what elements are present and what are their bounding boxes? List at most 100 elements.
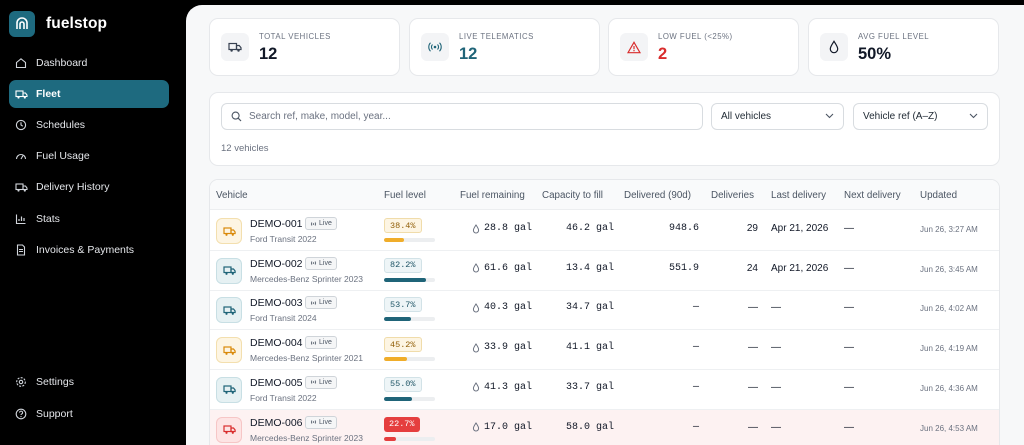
- fuel-remaining: 33.9 gal: [472, 342, 532, 353]
- search-box[interactable]: [221, 103, 703, 130]
- column-header-updated[interactable]: Updated: [920, 190, 957, 201]
- capacity-to-fill: 33.7 gal: [565, 381, 614, 393]
- delivered-90d: —: [692, 421, 699, 433]
- help-icon: [14, 407, 28, 421]
- sidebar-item-fleet[interactable]: Fleet: [9, 80, 169, 108]
- stat-card-total-vehicles: Total vehicles 12: [209, 18, 400, 76]
- droplet-icon: [472, 223, 480, 234]
- last-delivery: Apr 21, 2026: [771, 223, 829, 234]
- sidebar-item-delivery-history[interactable]: Delivery History: [9, 173, 169, 201]
- last-delivery: —: [771, 381, 781, 393]
- stat-value: 50%: [858, 45, 892, 63]
- fuel-level-bar-fill: [384, 317, 412, 322]
- droplet-icon: [820, 33, 848, 61]
- stat-label: Live telematics: [459, 32, 534, 41]
- last-delivery: —: [771, 302, 781, 314]
- bar-chart-icon: [14, 212, 28, 226]
- capacity-to-fill: 41.1 gal: [565, 342, 614, 354]
- sidebar-item-dashboard[interactable]: Dashboard: [9, 49, 169, 77]
- droplet-icon: [472, 422, 480, 432]
- last-delivery: Apr 21, 2026: [771, 262, 829, 274]
- fuel-percent-badge: 82.2%: [384, 257, 422, 273]
- sidebar-item-support[interactable]: Support: [9, 400, 169, 428]
- column-header-deliveries[interactable]: Deliveries: [711, 190, 754, 201]
- column-header-fuel-level[interactable]: Fuel level: [384, 190, 426, 201]
- document-icon: [14, 243, 28, 257]
- column-header-capacity-to-fill[interactable]: Capacity to fill: [542, 190, 603, 201]
- vehicle-model: Mercedes-Benz Sprinter 2021: [250, 353, 363, 364]
- sidebar-item-label: Settings: [36, 376, 74, 388]
- live-label: Live: [319, 299, 332, 307]
- sidebar-item-fuel-usage[interactable]: Fuel Usage: [9, 142, 169, 170]
- broadcast-icon: [310, 379, 317, 385]
- column-header-vehicle[interactable]: Vehicle: [216, 190, 248, 201]
- broadcast-icon: [310, 419, 317, 425]
- column-header-next-delivery[interactable]: Next delivery: [844, 190, 901, 201]
- vehicle-ref[interactable]: DEMO-003: [250, 297, 303, 309]
- sidebar-item-schedules[interactable]: Schedules: [9, 111, 169, 139]
- table-row[interactable]: DEMO-006 Live Mercedes-Benz Sprinter 2023 2…: [210, 409, 999, 445]
- search-icon: [231, 111, 242, 122]
- table-header: Vehicle Fuel level Fuel remaining Capaci…: [210, 180, 999, 210]
- next-delivery: —: [844, 421, 854, 433]
- stat-value: 12: [459, 45, 478, 63]
- vehicle-ref[interactable]: DEMO-006: [250, 417, 303, 429]
- table-row[interactable]: DEMO-003 Live Ford Transit 2024 53.7% 40.3 g…: [210, 290, 999, 331]
- deliveries-count: —: [748, 302, 758, 314]
- truck-icon: [14, 87, 28, 101]
- table-row[interactable]: DEMO-002 Live Mercedes-Benz Sprinter 2023 8…: [210, 251, 999, 291]
- delivered-90d: 551.9: [668, 262, 699, 274]
- sort-value: Vehicle ref (A–Z): [863, 111, 938, 122]
- sidebar-item-settings[interactable]: Settings: [9, 368, 169, 396]
- droplet-icon: [472, 342, 480, 353]
- column-header-fuel-remaining[interactable]: Fuel remaining: [460, 190, 525, 201]
- chevron-down-icon: [825, 111, 834, 122]
- vehicle-ref[interactable]: DEMO-002: [250, 258, 303, 270]
- table-row[interactable]: DEMO-001 Live Ford Transit 2022 38.4% 28.8 g…: [210, 211, 999, 251]
- truck-icon: [221, 33, 249, 61]
- sidebar-item-label: Fuel Usage: [36, 150, 90, 162]
- table-row[interactable]: DEMO-004 Live Mercedes-Benz Sprinter 2021 4…: [210, 330, 999, 371]
- fuel-remaining-value: 40.3 gal: [484, 302, 533, 314]
- fuel-remaining-value: 61.6 gal: [484, 262, 533, 274]
- vehicle-model: Ford Transit 2022: [250, 392, 317, 403]
- table-row[interactable]: DEMO-005 Live Ford Transit 2022 55.0% 41.3 g…: [210, 370, 999, 410]
- vehicle-filter-value: All vehicles: [721, 111, 772, 122]
- brand[interactable]: fuelstop: [9, 11, 107, 37]
- last-delivery: —: [771, 421, 781, 433]
- sidebar: fuelstop Dashboard Fleet Schedules Fuel …: [0, 0, 186, 445]
- fuel-level-bar-fill: [384, 436, 396, 441]
- vehicle-filter-select[interactable]: All vehicles: [711, 103, 844, 130]
- fuel-remaining: 61.6 gal: [472, 263, 532, 274]
- vehicle-ref[interactable]: DEMO-001: [250, 218, 303, 230]
- live-badge: Live: [305, 415, 337, 429]
- sidebar-item-label: Stats: [36, 213, 60, 225]
- column-header-last-delivery[interactable]: Last delivery: [771, 190, 826, 201]
- updated-time: Jun 26, 3:27 AM: [920, 225, 978, 234]
- deliveries-count: 29: [746, 223, 758, 234]
- search-input[interactable]: [249, 111, 689, 122]
- app-name: fuelstop: [46, 15, 108, 32]
- broadcast-icon: [310, 260, 317, 266]
- filter-panel: All vehicles Vehicle ref (A–Z) 12 vehicl…: [209, 92, 1000, 166]
- vehicle-truck-icon: [216, 337, 242, 364]
- delivered-90d: —: [692, 342, 699, 354]
- live-label: Live: [319, 220, 332, 227]
- live-badge: Live: [305, 375, 337, 389]
- fuel-level-bar: [384, 238, 435, 242]
- sidebar-item-stats[interactable]: Stats: [9, 205, 169, 233]
- delivered-90d: 948.6: [668, 223, 699, 234]
- updated-time: Jun 26, 4:36 AM: [920, 383, 978, 393]
- vehicle-ref[interactable]: DEMO-005: [250, 377, 303, 389]
- fuel-remaining: 17.0 gal: [472, 422, 532, 433]
- column-header-delivered-90d[interactable]: Delivered (90d): [624, 190, 691, 201]
- vehicle-truck-icon: [216, 218, 242, 244]
- live-label: Live: [319, 418, 332, 426]
- updated-time: Jun 26, 4:02 AM: [920, 304, 978, 314]
- vehicle-count: 12 vehicles: [221, 143, 269, 154]
- vehicle-ref[interactable]: DEMO-004: [250, 337, 303, 349]
- live-label: Live: [319, 378, 332, 386]
- sidebar-item-invoices[interactable]: Invoices & Payments: [9, 236, 169, 264]
- vehicle-truck-icon: [216, 257, 242, 284]
- sort-select[interactable]: Vehicle ref (A–Z): [853, 103, 988, 130]
